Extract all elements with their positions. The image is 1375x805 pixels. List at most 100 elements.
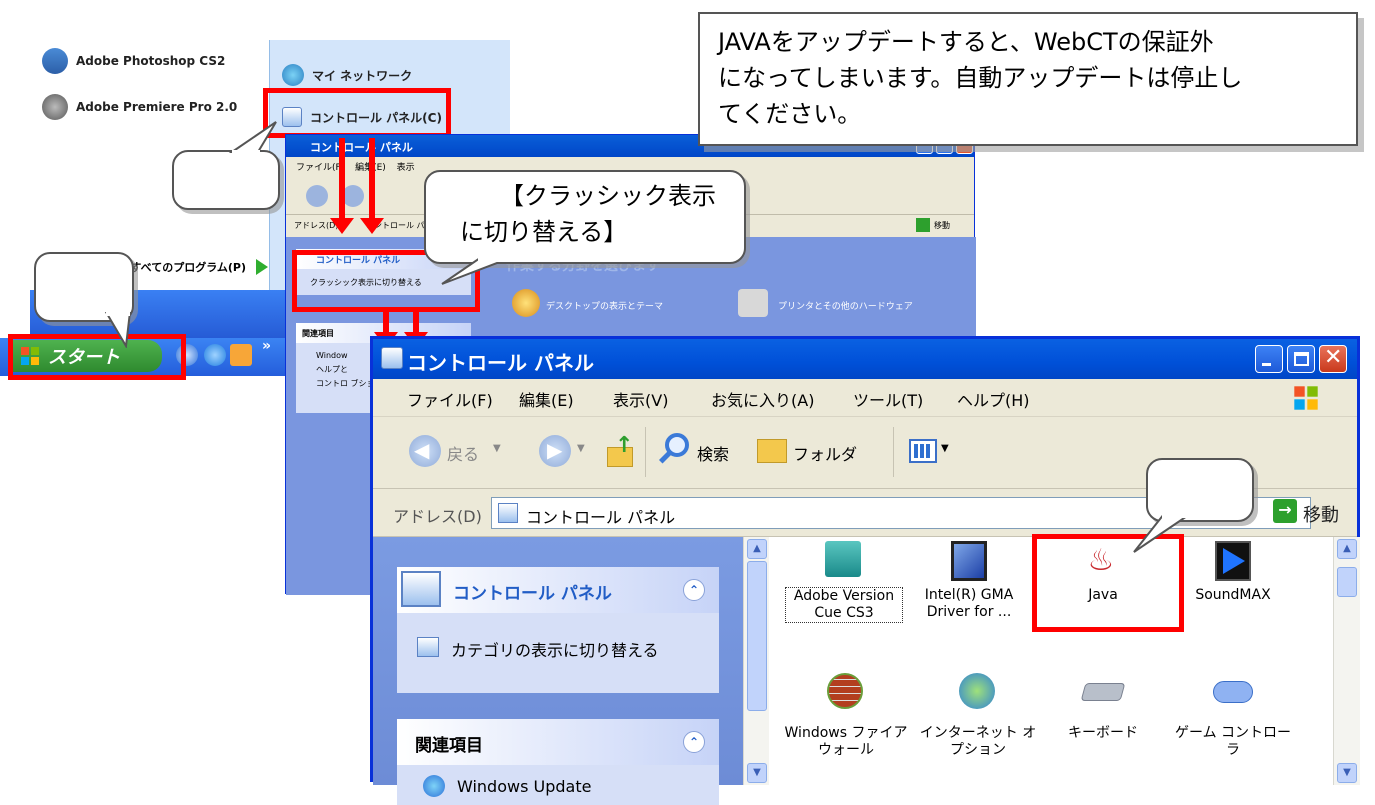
note-line: になってしまいます。自動アップデートは停止し <box>718 64 1243 92</box>
small-window-title: コントロール パネル <box>310 141 413 154</box>
callout-bubble-empty <box>1146 458 1254 522</box>
go-icon[interactable]: → <box>1273 499 1297 523</box>
menu-file[interactable]: ファイル(F) <box>407 387 493 411</box>
gamepad-icon <box>1213 681 1253 703</box>
go-icon[interactable] <box>916 218 930 232</box>
left-scrollbar[interactable]: ▲ ▼ <box>743 537 769 785</box>
annotation-arrow-head <box>330 218 354 234</box>
back-dropdown-icon[interactable]: ▼ <box>493 443 501 454</box>
annotation-arrow-head <box>360 218 384 234</box>
views-icon[interactable] <box>909 439 937 463</box>
maximize-button[interactable] <box>1287 345 1315 373</box>
address-label: アドレス(D) <box>393 507 482 526</box>
scroll-thumb[interactable] <box>1337 567 1357 597</box>
main-window-title: コントロール パネル <box>407 351 594 375</box>
start-menu-item-my-network[interactable]: マイ ネットワーク <box>270 58 510 92</box>
callout-bubble-empty <box>172 150 280 210</box>
icon-label: インターネット オプション <box>919 725 1037 758</box>
icon-intel-gma[interactable]: Intel(R) GMA Driver for ... <box>909 541 1029 651</box>
minimize-button[interactable] <box>1255 345 1283 373</box>
photoshop-icon <box>42 48 68 74</box>
highlight-start-button <box>8 334 186 380</box>
menu-help[interactable]: ヘルプ(H) <box>957 387 1030 411</box>
folders-label[interactable]: フォルダ <box>793 441 857 465</box>
network-icon <box>282 64 304 86</box>
start-menu-item-label: Adobe Premiere Pro 2.0 <box>76 100 238 114</box>
forward-icon[interactable] <box>342 185 364 207</box>
search-label[interactable]: 検索 <box>697 441 729 465</box>
minimize-icon <box>1262 363 1271 366</box>
note-line: JAVAをアップデートすると、WebCTの保証外 <box>718 28 1214 56</box>
collapse-icon[interactable]: ⌃ <box>683 731 705 753</box>
menu-tools[interactable]: ツール(T) <box>853 387 923 411</box>
forward-dropdown-icon[interactable]: ▼ <box>577 443 585 454</box>
icon-windows-firewall[interactable]: Windows ファイアウォール <box>779 673 913 783</box>
right-scrollbar[interactable]: ▲ ▼ <box>1333 537 1360 785</box>
highlight-control-panel <box>263 88 451 138</box>
callout-pointer <box>104 312 132 348</box>
side-panel-header[interactable]: コントロール パネル ⌃ <box>397 567 719 613</box>
menu-edit[interactable]: 編集(E) <box>519 387 574 411</box>
folders-icon[interactable] <box>757 439 787 463</box>
icon-game-controllers[interactable]: ゲーム コントローラ <box>1173 673 1293 783</box>
up-folder-icon[interactable]: ↑ <box>607 433 637 469</box>
display-theme-icon <box>512 289 540 317</box>
control-panel-icon <box>381 347 403 369</box>
main-window-sidebar: コントロール パネル ⌃ カテゴリの表示に切り替える 関連項目 ⌃ Window… <box>373 537 743 805</box>
small-related-title: 関連項目 <box>302 329 334 338</box>
keyboard-icon <box>1080 683 1126 701</box>
windows-update-link[interactable]: Windows Update <box>457 777 591 796</box>
icon-label: Windows ファイアウォール <box>784 725 908 758</box>
toolbar-separator <box>645 427 646 477</box>
go-label[interactable]: 移動 <box>934 220 950 231</box>
menu-view[interactable]: 表示 <box>397 163 415 173</box>
toolbar-separator <box>893 427 894 477</box>
start-menu-item-label: マイ ネットワーク <box>312 68 413 83</box>
printer-icon <box>738 289 768 317</box>
category-link[interactable]: デスクトップの表示とテーマ <box>546 299 663 312</box>
icon-soundmax[interactable]: SoundMAX <box>1173 541 1293 651</box>
icon-label: キーボード <box>1068 725 1138 741</box>
callout-line: に切り替える】 <box>460 218 628 246</box>
warning-note: JAVAをアップデートすると、WebCTの保証外 になってしまいます。自動アップ… <box>698 12 1358 146</box>
icon-keyboard[interactable]: キーボード <box>1043 673 1163 783</box>
related-body: Windows Update <box>397 765 719 805</box>
callout-line: 【クラッシック表示 <box>500 182 716 210</box>
address-value: コントロール パネル <box>526 508 676 527</box>
icon-internet-options[interactable]: インターネット オプション <box>913 673 1043 783</box>
back-icon[interactable]: ◀ <box>409 435 441 467</box>
icon-label: Intel(R) GMA Driver for ... <box>924 587 1014 620</box>
scroll-down-icon[interactable]: ▼ <box>1337 763 1357 783</box>
category-link[interactable]: プリンタとその他のハードウェア <box>778 299 913 312</box>
menu-file[interactable]: ファイル(F) <box>296 163 344 173</box>
intel-gma-icon <box>951 541 987 581</box>
media-player-icon[interactable] <box>230 344 252 366</box>
forward-icon[interactable]: ▶ <box>539 435 571 467</box>
annotation-arrow <box>369 138 375 218</box>
close-button[interactable]: ✕ <box>1319 345 1347 373</box>
go-label[interactable]: 移動 <box>1303 501 1339 527</box>
collapse-icon[interactable]: ⌃ <box>683 579 705 601</box>
related-header[interactable]: 関連項目 ⌃ <box>397 719 719 765</box>
icon-adobe-version-cue[interactable]: Adobe Version Cue CS3 <box>785 541 903 661</box>
scroll-up-icon[interactable]: ▲ <box>747 539 767 559</box>
views-dropdown-icon[interactable]: ▼ <box>941 443 949 454</box>
callout-pointer <box>228 121 277 156</box>
all-programs-label: すべてのプログラム(P) <box>130 261 246 274</box>
search-icon-handle <box>658 451 672 464</box>
chevron-more-icon[interactable]: » <box>262 338 271 354</box>
firewall-icon <box>827 673 863 709</box>
internet-explorer-icon[interactable] <box>204 344 226 366</box>
adobe-version-cue-icon <box>825 541 861 577</box>
scroll-up-icon[interactable]: ▲ <box>1337 539 1357 559</box>
menu-favorites[interactable]: お気に入り(A) <box>711 387 814 411</box>
scroll-thumb[interactable] <box>747 561 767 711</box>
start-menu-item-photoshop[interactable]: Adobe Photoshop CS2 <box>30 44 269 78</box>
switch-category-link[interactable]: カテゴリの表示に切り替える <box>451 637 659 661</box>
main-window-menubar: ファイル(F) 編集(E) 表示(V) お気に入り(A) ツール(T) ヘルプ(… <box>373 379 1357 417</box>
back-label[interactable]: 戻る <box>447 441 479 465</box>
back-icon[interactable] <box>306 185 328 207</box>
control-panel-icon <box>498 503 518 523</box>
scroll-down-icon[interactable]: ▼ <box>747 763 767 783</box>
menu-view[interactable]: 表示(V) <box>613 387 668 411</box>
